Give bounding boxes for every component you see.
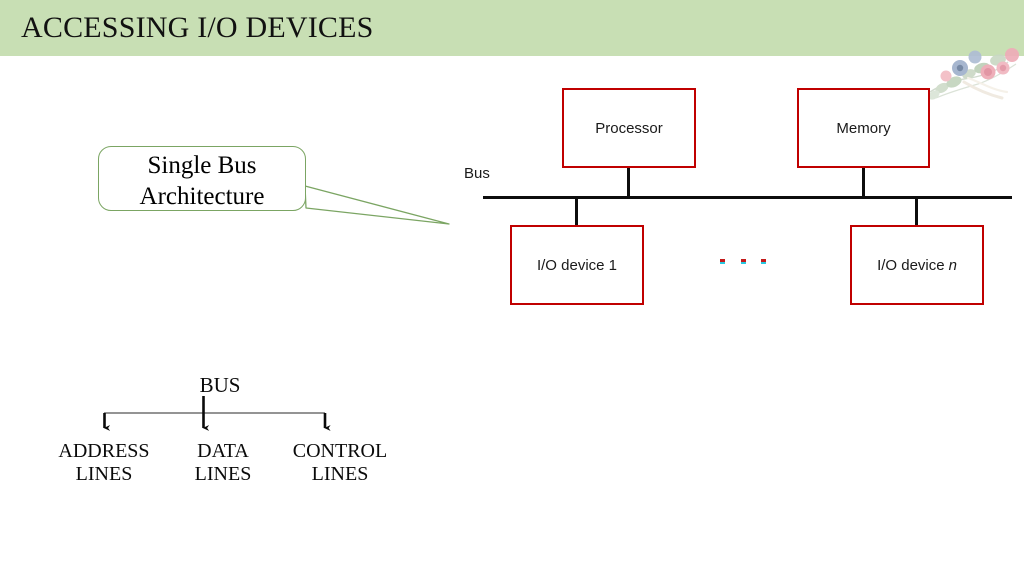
connector-processor-to-bus: [627, 168, 630, 198]
callout-text-line2: Architecture: [139, 183, 265, 210]
bus-backbone-line: [483, 196, 1012, 200]
ellipsis-dots: [718, 257, 772, 269]
callout-single-bus-architecture: Single Bus Architecture: [92, 140, 460, 226]
node-iodevice-n: I/O device n: [850, 225, 984, 305]
bus-breakdown-diagram: BUS ADDRESS LINES DATA LINES CONTROL LIN…: [40, 365, 400, 495]
node-iodevice-n-label: I/O device n: [877, 257, 957, 274]
node-iodevice-n-label-index: n: [948, 256, 957, 274]
node-processor: Processor: [562, 88, 696, 168]
ellipsis-dot-2: [741, 259, 746, 264]
callout-text: Single Bus Architecture: [98, 150, 306, 212]
node-iodevice-1-label: I/O device 1: [536, 256, 618, 274]
connector-bus-to-iodevice1: [575, 198, 578, 226]
node-memory: Memory: [797, 88, 930, 168]
connector-memory-to-bus: [862, 168, 865, 198]
ellipsis-dot-1: [720, 259, 725, 264]
node-iodevice-1: I/O device 1: [510, 225, 644, 305]
node-iodevice-n-label-text: I/O device: [877, 256, 945, 274]
bus-label: Bus: [464, 165, 490, 182]
bus-breakdown-leaf-control-lines: CONTROL LINES: [292, 440, 388, 485]
node-memory-label: Memory: [836, 119, 891, 137]
page-title: ACCESSING I/O DEVICES: [21, 11, 374, 44]
callout-text-line1: Single Bus: [147, 152, 257, 179]
node-processor-label: Processor: [595, 119, 663, 137]
slide-canvas: ACCESSING I/O DEVICES Single Bus Archite…: [0, 0, 1024, 576]
connector-bus-to-iodevicen: [915, 198, 918, 226]
ellipsis-dot-3: [761, 259, 766, 264]
bus-breakdown-leaf-address-lines: ADDRESS LINES: [58, 440, 150, 485]
